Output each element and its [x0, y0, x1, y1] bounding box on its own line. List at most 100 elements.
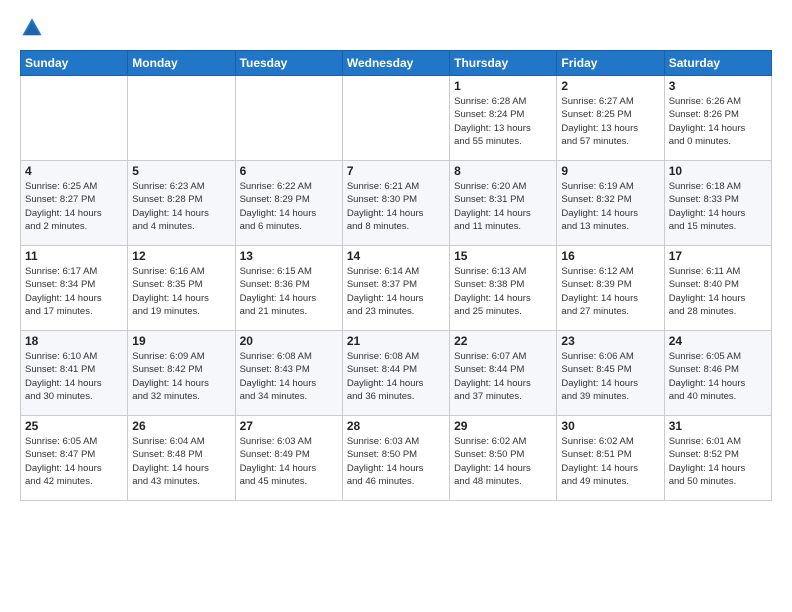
day-number: 1 [454, 79, 552, 93]
page: SundayMondayTuesdayWednesdayThursdayFrid… [0, 0, 792, 612]
day-info: Sunrise: 6:05 AM Sunset: 8:46 PM Dayligh… [669, 350, 767, 403]
calendar-cell: 22 Sunrise: 6:07 AM Sunset: 8:44 PM Dayli… [450, 331, 557, 416]
day-number: 12 [132, 249, 230, 263]
day-number: 3 [669, 79, 767, 93]
day-info: Sunrise: 6:27 AM Sunset: 8:25 PM Dayligh… [561, 95, 659, 148]
day-info: Sunrise: 6:02 AM Sunset: 8:51 PM Dayligh… [561, 435, 659, 488]
calendar-cell: 15Sunrise: 6:13 AM Sunset: 8:38 PM Dayli… [450, 246, 557, 331]
calendar-cell: 17 Sunrise: 6:11 AM Sunset: 8:40 PM Dayli… [664, 246, 771, 331]
day-number: 4 [25, 164, 123, 178]
day-info: Sunrise: 6:25 AM Sunset: 8:27 PM Dayligh… [25, 180, 123, 233]
calendar-cell: 10Sunrise: 6:18 AM Sunset: 8:33 PM Dayli… [664, 161, 771, 246]
day-number: 2 [561, 79, 659, 93]
day-number: 26 [132, 419, 230, 433]
day-info: Sunrise: 6:23 AM Sunset: 8:28 PM Dayligh… [132, 180, 230, 233]
calendar-cell: 12 Sunrise: 6:16 AM Sunset: 8:35 PM Dayli… [128, 246, 235, 331]
calendar-cell: 24 Sunrise: 6:05 AM Sunset: 8:46 PM Dayli… [664, 331, 771, 416]
calendar-cell: 29 Sunrise: 6:02 AM Sunset: 8:50 PM Dayli… [450, 416, 557, 501]
calendar-cell: 21 Sunrise: 6:08 AM Sunset: 8:44 PM Dayli… [342, 331, 449, 416]
calendar-cell: 27 Sunrise: 6:03 AM Sunset: 8:49 PM Dayli… [235, 416, 342, 501]
calendar-cell: 4 Sunrise: 6:25 AM Sunset: 8:27 PM Daylig… [21, 161, 128, 246]
calendar-cell: 14 Sunrise: 6:14 AM Sunset: 8:37 PM Dayli… [342, 246, 449, 331]
calendar-cell: 5 Sunrise: 6:23 AM Sunset: 8:28 PM Daylig… [128, 161, 235, 246]
weekday-header: Wednesday [342, 51, 449, 76]
calendar-cell: 18 Sunrise: 6:10 AM Sunset: 8:41 PM Dayli… [21, 331, 128, 416]
weekday-header: Friday [557, 51, 664, 76]
day-number: 6 [240, 164, 338, 178]
day-number: 24 [669, 334, 767, 348]
calendar-week-row: 25 Sunrise: 6:05 AM Sunset: 8:47 PM Dayli… [21, 416, 772, 501]
day-number: 18 [25, 334, 123, 348]
day-info: Sunrise: 6:11 AM Sunset: 8:40 PM Dayligh… [669, 265, 767, 318]
calendar-cell: 20 Sunrise: 6:08 AM Sunset: 8:43 PM Dayli… [235, 331, 342, 416]
calendar-cell: 23Sunrise: 6:06 AM Sunset: 8:45 PM Dayli… [557, 331, 664, 416]
calendar-body: 1 Sunrise: 6:28 AM Sunset: 8:24 PM Daylig… [21, 76, 772, 501]
day-number: 29 [454, 419, 552, 433]
day-number: 27 [240, 419, 338, 433]
calendar-cell [128, 76, 235, 161]
day-number: 10 [669, 164, 767, 178]
day-info: Sunrise: 6:08 AM Sunset: 8:44 PM Dayligh… [347, 350, 445, 403]
weekday-header: Monday [128, 51, 235, 76]
calendar-week-row: 11 Sunrise: 6:17 AM Sunset: 8:34 PM Dayli… [21, 246, 772, 331]
day-number: 8 [454, 164, 552, 178]
calendar-cell: 31Sunrise: 6:01 AM Sunset: 8:52 PM Dayli… [664, 416, 771, 501]
day-info: Sunrise: 6:03 AM Sunset: 8:50 PM Dayligh… [347, 435, 445, 488]
calendar-cell: 25 Sunrise: 6:05 AM Sunset: 8:47 PM Dayli… [21, 416, 128, 501]
calendar: SundayMondayTuesdayWednesdayThursdayFrid… [20, 50, 772, 501]
calendar-cell: 19 Sunrise: 6:09 AM Sunset: 8:42 PM Dayli… [128, 331, 235, 416]
day-number: 16 [561, 249, 659, 263]
day-info: Sunrise: 6:28 AM Sunset: 8:24 PM Dayligh… [454, 95, 552, 148]
day-number: 19 [132, 334, 230, 348]
weekday-header: Saturday [664, 51, 771, 76]
day-number: 25 [25, 419, 123, 433]
weekday-header: Sunday [21, 51, 128, 76]
day-info: Sunrise: 6:19 AM Sunset: 8:32 PM Dayligh… [561, 180, 659, 233]
calendar-cell: 30 Sunrise: 6:02 AM Sunset: 8:51 PM Dayli… [557, 416, 664, 501]
day-number: 17 [669, 249, 767, 263]
day-number: 20 [240, 334, 338, 348]
day-number: 14 [347, 249, 445, 263]
day-info: Sunrise: 6:08 AM Sunset: 8:43 PM Dayligh… [240, 350, 338, 403]
day-number: 9 [561, 164, 659, 178]
calendar-cell [235, 76, 342, 161]
day-info: Sunrise: 6:26 AM Sunset: 8:26 PM Dayligh… [669, 95, 767, 148]
weekday-row: SundayMondayTuesdayWednesdayThursdayFrid… [21, 51, 772, 76]
calendar-week-row: 18 Sunrise: 6:10 AM Sunset: 8:41 PM Dayli… [21, 331, 772, 416]
day-info: Sunrise: 6:04 AM Sunset: 8:48 PM Dayligh… [132, 435, 230, 488]
day-number: 5 [132, 164, 230, 178]
day-info: Sunrise: 6:03 AM Sunset: 8:49 PM Dayligh… [240, 435, 338, 488]
calendar-week-row: 4 Sunrise: 6:25 AM Sunset: 8:27 PM Daylig… [21, 161, 772, 246]
calendar-header: SundayMondayTuesdayWednesdayThursdayFrid… [21, 51, 772, 76]
calendar-cell [342, 76, 449, 161]
calendar-cell: 9 Sunrise: 6:19 AM Sunset: 8:32 PM Daylig… [557, 161, 664, 246]
day-number: 21 [347, 334, 445, 348]
day-info: Sunrise: 6:14 AM Sunset: 8:37 PM Dayligh… [347, 265, 445, 318]
day-number: 13 [240, 249, 338, 263]
header [20, 16, 772, 40]
day-info: Sunrise: 6:05 AM Sunset: 8:47 PM Dayligh… [25, 435, 123, 488]
weekday-header: Tuesday [235, 51, 342, 76]
day-info: Sunrise: 6:16 AM Sunset: 8:35 PM Dayligh… [132, 265, 230, 318]
calendar-cell: 3 Sunrise: 6:26 AM Sunset: 8:26 PM Daylig… [664, 76, 771, 161]
day-number: 30 [561, 419, 659, 433]
day-info: Sunrise: 6:02 AM Sunset: 8:50 PM Dayligh… [454, 435, 552, 488]
calendar-cell: 26 Sunrise: 6:04 AM Sunset: 8:48 PM Dayli… [128, 416, 235, 501]
weekday-header: Thursday [450, 51, 557, 76]
day-number: 28 [347, 419, 445, 433]
calendar-cell [21, 76, 128, 161]
calendar-cell: 1 Sunrise: 6:28 AM Sunset: 8:24 PM Daylig… [450, 76, 557, 161]
day-number: 22 [454, 334, 552, 348]
day-info: Sunrise: 6:12 AM Sunset: 8:39 PM Dayligh… [561, 265, 659, 318]
day-info: Sunrise: 6:10 AM Sunset: 8:41 PM Dayligh… [25, 350, 123, 403]
day-info: Sunrise: 6:21 AM Sunset: 8:30 PM Dayligh… [347, 180, 445, 233]
day-info: Sunrise: 6:13 AM Sunset: 8:38 PM Dayligh… [454, 265, 552, 318]
day-number: 11 [25, 249, 123, 263]
day-info: Sunrise: 6:17 AM Sunset: 8:34 PM Dayligh… [25, 265, 123, 318]
logo-icon [20, 16, 44, 40]
day-info: Sunrise: 6:06 AM Sunset: 8:45 PM Dayligh… [561, 350, 659, 403]
calendar-cell: 8 Sunrise: 6:20 AM Sunset: 8:31 PM Daylig… [450, 161, 557, 246]
day-info: Sunrise: 6:07 AM Sunset: 8:44 PM Dayligh… [454, 350, 552, 403]
day-info: Sunrise: 6:20 AM Sunset: 8:31 PM Dayligh… [454, 180, 552, 233]
day-info: Sunrise: 6:09 AM Sunset: 8:42 PM Dayligh… [132, 350, 230, 403]
